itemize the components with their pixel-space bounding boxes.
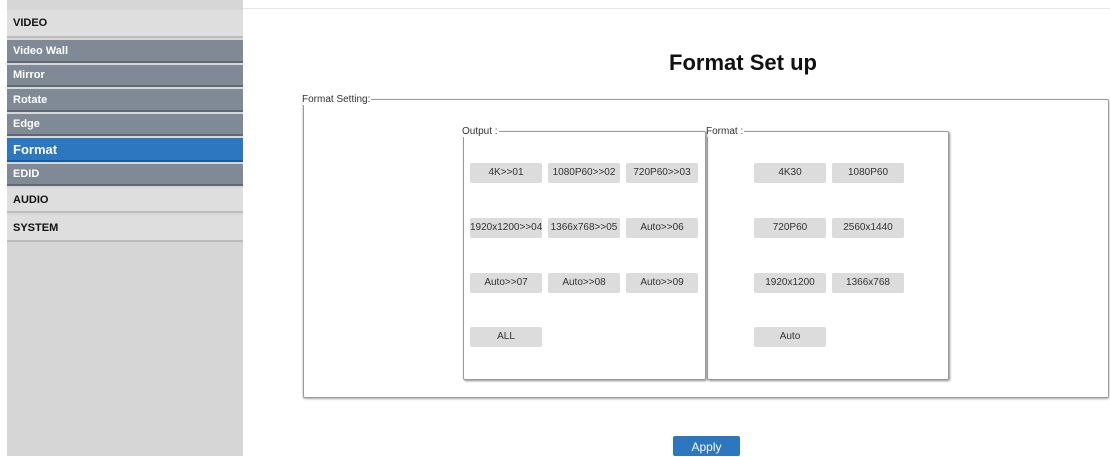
page-title: Format Set up xyxy=(669,50,817,75)
format-legend: Format : xyxy=(706,126,744,137)
sidebar-item-edid[interactable]: EDID xyxy=(7,164,243,186)
format-button-2560x1440[interactable]: 2560x1440 xyxy=(832,218,904,238)
output-button-all[interactable]: ALL xyxy=(470,327,542,347)
output-legend: Output : xyxy=(462,126,498,137)
sidebar-category-system[interactable]: SYSTEM xyxy=(7,215,243,242)
format-button-4k30[interactable]: 4K30 xyxy=(754,163,826,183)
format-button-1366x768[interactable]: 1366x768 xyxy=(832,273,904,293)
sidebar-item-edge[interactable]: Edge xyxy=(7,114,243,136)
format-button-1920x1200[interactable]: 1920x1200 xyxy=(754,273,826,293)
sidebar: VIDEO Video Wall Mirror Rotate Edge Form… xyxy=(7,0,243,456)
sidebar-category-audio[interactable]: AUDIO xyxy=(7,188,243,213)
sidebar-item-label: AUDIO xyxy=(13,193,49,206)
header-divider xyxy=(243,8,1110,9)
output-button-04[interactable]: 1920x1200>>04 xyxy=(470,218,542,238)
sidebar-item-video-wall[interactable]: Video Wall xyxy=(7,40,243,63)
format-button-1080p60[interactable]: 1080P60 xyxy=(832,163,904,183)
sidebar-item-label: Video Wall xyxy=(13,44,69,57)
format-button-auto[interactable]: Auto xyxy=(754,327,826,347)
sidebar-item-mirror[interactable]: Mirror xyxy=(7,65,243,87)
format-setting-legend: Format Setting: xyxy=(302,94,371,105)
format-setting-group: Format Setting: xyxy=(302,94,1109,398)
sidebar-item-label: Mirror xyxy=(13,69,45,81)
output-button-02[interactable]: 1080P60>>02 xyxy=(548,163,620,183)
sidebar-item-label: Edge xyxy=(13,118,40,130)
apply-button[interactable]: Apply xyxy=(673,436,740,456)
output-button-01[interactable]: 4K>>01 xyxy=(470,163,542,183)
format-button-720p60[interactable]: 720P60 xyxy=(754,218,826,238)
sidebar-item-rotate[interactable]: Rotate xyxy=(7,89,243,112)
sidebar-item-label: SYSTEM xyxy=(13,221,59,234)
sidebar-item-label: VIDEO xyxy=(13,17,48,29)
sidebar-item-format[interactable]: Format xyxy=(7,138,243,162)
output-button-03[interactable]: 720P60>>03 xyxy=(626,163,698,183)
sidebar-category-video[interactable]: VIDEO xyxy=(7,10,243,38)
format-group: Format : xyxy=(706,126,949,380)
output-button-08[interactable]: Auto>>08 xyxy=(548,273,620,293)
output-button-09[interactable]: Auto>>09 xyxy=(626,273,698,293)
output-button-05[interactable]: 1366x768>>05 xyxy=(548,218,620,238)
sidebar-item-label: Format xyxy=(13,141,58,157)
sidebar-item-label: Rotate xyxy=(13,93,48,106)
output-button-06[interactable]: Auto>>06 xyxy=(626,218,698,238)
output-button-07[interactable]: Auto>>07 xyxy=(470,273,542,293)
sidebar-item-label: EDID xyxy=(13,168,40,180)
